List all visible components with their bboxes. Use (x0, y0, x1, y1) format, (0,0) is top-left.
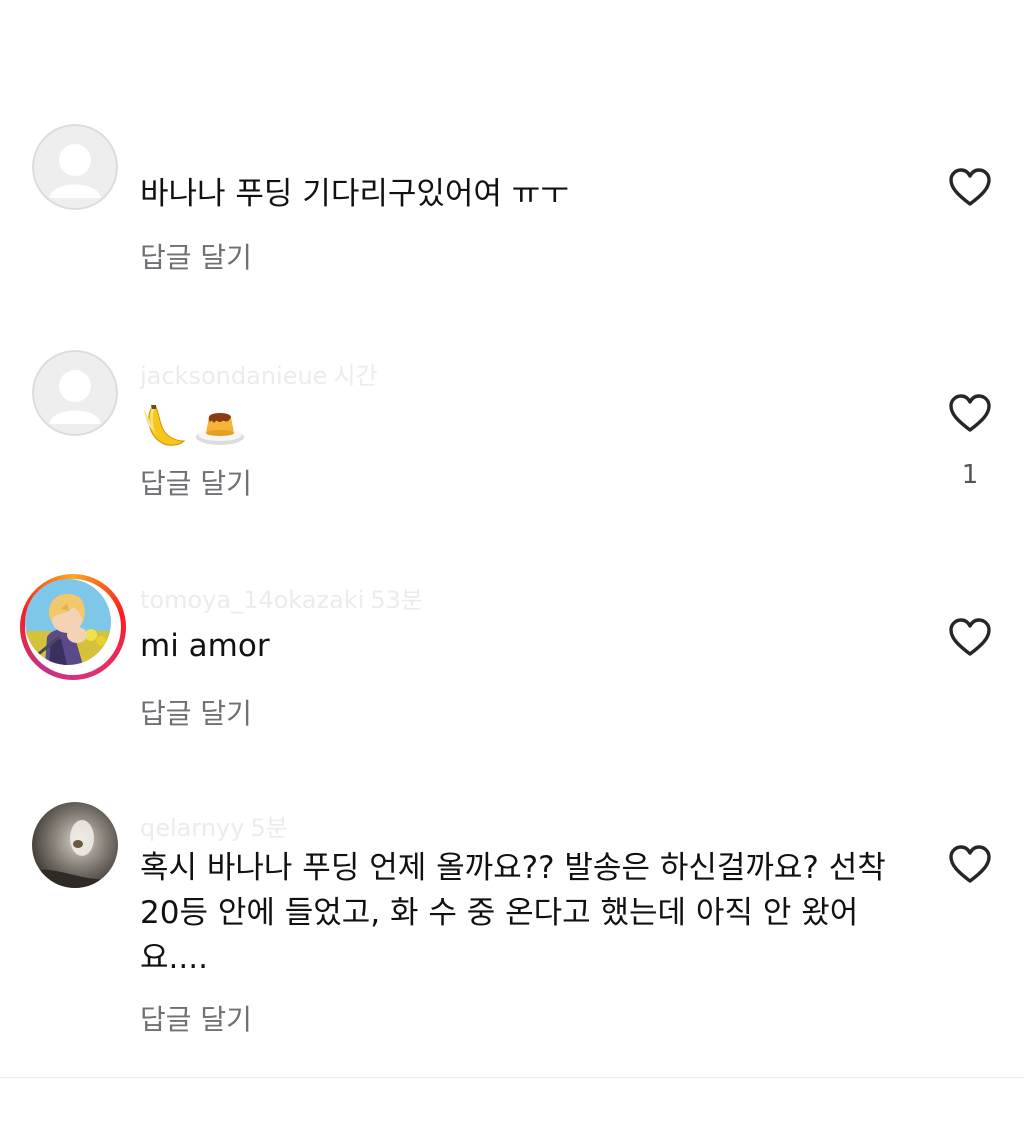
comment-time: 시간 (333, 362, 378, 390)
story-ring[interactable] (20, 574, 126, 680)
avatar[interactable] (32, 802, 118, 888)
comment-username[interactable]: qelarnyy (140, 814, 244, 842)
comment-text: mi amor (140, 628, 270, 664)
heart-outline-icon[interactable] (948, 844, 992, 884)
reply-button[interactable]: 답글 달기 (140, 692, 252, 732)
comment-username[interactable]: tomoya_14okazaki (140, 586, 364, 614)
comment-text: 혹시 바나나 푸딩 언제 올까요?? 발송은 하신걸까요? 선착 20등 안에 … (140, 850, 886, 976)
comment-meta: jacksondanieue 시간 (140, 356, 378, 391)
like-count: 1 (961, 460, 979, 490)
comment-time: 53분 (370, 586, 423, 614)
avatar[interactable] (32, 124, 118, 210)
heart-outline-icon[interactable] (948, 617, 992, 657)
default-avatar-icon (32, 124, 118, 210)
reply-button[interactable]: 답글 달기 (140, 236, 252, 276)
comment-meta: qelarnyy 5분 (140, 808, 288, 843)
comment-meta (140, 138, 146, 166)
banana-emoji (144, 405, 186, 446)
comment-time: 5분 (250, 814, 288, 842)
comment-username[interactable]: jacksondanieue (140, 362, 327, 390)
reply-button[interactable]: 답글 달기 (140, 462, 252, 502)
avatar (25, 579, 111, 665)
divider (0, 1077, 1024, 1078)
heart-outline-icon[interactable] (948, 167, 992, 207)
heart-outline-icon[interactable] (948, 393, 992, 433)
reply-button[interactable]: 답글 달기 (140, 998, 252, 1038)
avatar[interactable] (32, 350, 118, 436)
comment-emojis (140, 400, 246, 450)
default-avatar-icon (32, 350, 118, 436)
pudding-emoji (196, 413, 244, 445)
photo-avatar-icon (32, 802, 118, 888)
comment-text: 바나나 푸딩 기다리구있어여 ㅠㅜ (140, 176, 569, 212)
comment-meta: tomoya_14okazaki 53분 (140, 580, 423, 615)
anime-avatar-icon (25, 579, 111, 665)
